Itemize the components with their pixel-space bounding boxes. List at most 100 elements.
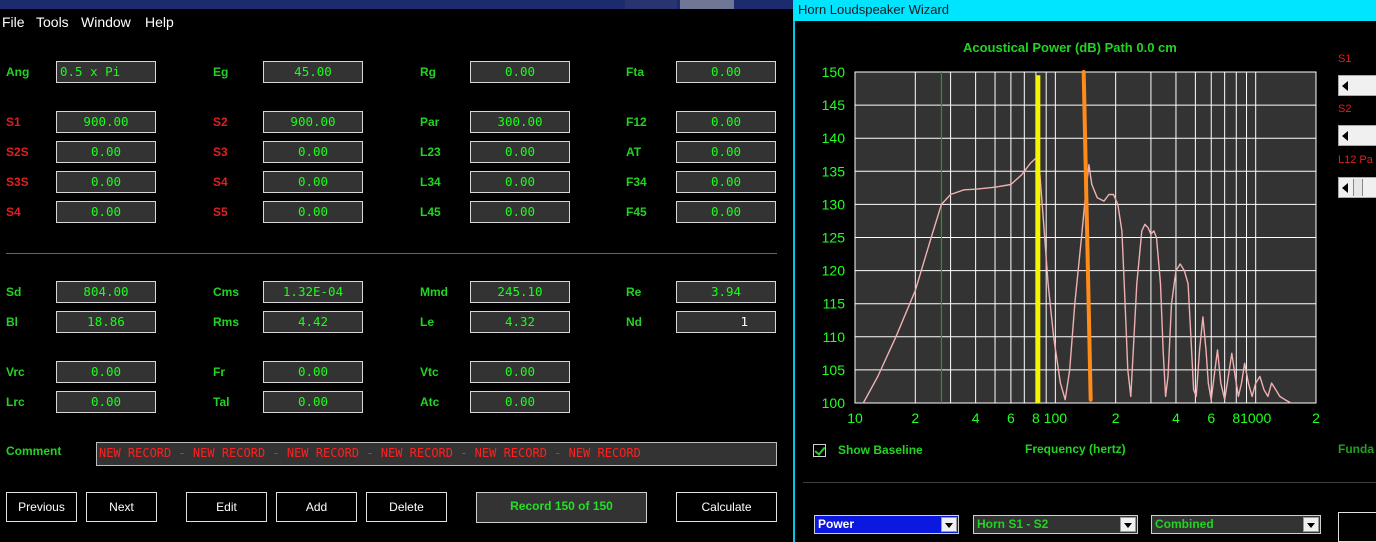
re-input[interactable]: 3.94 bbox=[676, 281, 776, 303]
at-input[interactable]: 0.00 bbox=[676, 141, 776, 163]
add-button[interactable]: Add bbox=[276, 492, 357, 522]
combine-select-value: Combined bbox=[1155, 517, 1214, 531]
combine-select[interactable]: Combined bbox=[1151, 515, 1321, 534]
y-tick-label: 140 bbox=[822, 130, 846, 146]
eg-label: Eg bbox=[213, 65, 229, 79]
mmd-input[interactable]: 245.10 bbox=[470, 281, 570, 303]
rms-label: Rms bbox=[213, 315, 240, 329]
scroll-left-icon[interactable] bbox=[1342, 183, 1348, 193]
horn-wizard-titlebar[interactable]: Horn Loudspeaker Wizard bbox=[793, 0, 1376, 21]
partial-button[interactable] bbox=[1338, 512, 1376, 542]
x-tick-label: 4 bbox=[972, 410, 980, 426]
fr-input[interactable]: 0.00 bbox=[263, 361, 363, 383]
l34-input[interactable]: 0.00 bbox=[470, 171, 570, 193]
le-input[interactable]: 4.32 bbox=[470, 311, 570, 333]
parameters-window: File Tools Window Help Ang 0.5 x Pi Eg 45.00 Rg… bbox=[0, 0, 793, 542]
scroll-left-icon[interactable] bbox=[1342, 131, 1348, 141]
panel-separator bbox=[803, 482, 1376, 483]
section-separator bbox=[6, 253, 777, 254]
l23-input[interactable]: 0.00 bbox=[470, 141, 570, 163]
s2-slider[interactable] bbox=[1338, 125, 1376, 146]
s5-input[interactable]: 0.00 bbox=[263, 201, 363, 223]
s2-input[interactable]: 900.00 bbox=[263, 111, 363, 133]
previous-button[interactable]: Previous bbox=[6, 492, 77, 522]
s2s-input[interactable]: 0.00 bbox=[56, 141, 156, 163]
eg-input[interactable]: 45.00 bbox=[263, 61, 363, 83]
x-tick-label: 4 bbox=[1172, 410, 1180, 426]
show-baseline-label: Show Baseline bbox=[838, 443, 923, 457]
atc-input[interactable]: 0.00 bbox=[470, 391, 570, 413]
rms-input[interactable]: 4.42 bbox=[263, 311, 363, 333]
y-tick-label: 135 bbox=[822, 163, 846, 179]
re-label: Re bbox=[626, 285, 642, 299]
path-select[interactable]: Horn S1 - S2 bbox=[973, 515, 1138, 534]
menu-window[interactable]: Window bbox=[81, 14, 131, 30]
x-tick-label: 2 bbox=[911, 410, 919, 426]
s5-label: S5 bbox=[213, 205, 228, 219]
par-input[interactable]: 300.00 bbox=[470, 111, 570, 133]
s3-input[interactable]: 0.00 bbox=[263, 141, 363, 163]
f34-input[interactable]: 0.00 bbox=[676, 171, 776, 193]
lrc-input[interactable]: 0.00 bbox=[56, 391, 156, 413]
titlebar-segment bbox=[625, 0, 677, 9]
s1-slider[interactable] bbox=[1338, 75, 1376, 96]
bl-label: Bl bbox=[6, 315, 18, 329]
cms-input[interactable]: 1.32E-04 bbox=[263, 281, 363, 303]
f12-input[interactable]: 0.00 bbox=[676, 111, 776, 133]
l12-slider[interactable] bbox=[1338, 177, 1376, 198]
tal-input[interactable]: 0.00 bbox=[263, 391, 363, 413]
next-button[interactable]: Next bbox=[86, 492, 157, 522]
f45-label: F45 bbox=[626, 205, 647, 219]
dropdown-button[interactable] bbox=[941, 517, 957, 532]
f12-label: F12 bbox=[626, 115, 647, 129]
menu-help[interactable]: Help bbox=[145, 14, 174, 30]
s3s-label: S3S bbox=[6, 175, 29, 189]
sd-input[interactable]: 804.00 bbox=[56, 281, 156, 303]
s3s-input[interactable]: 0.00 bbox=[56, 171, 156, 193]
sd-label: Sd bbox=[6, 285, 22, 299]
chevron-down-icon bbox=[1124, 523, 1132, 528]
vtc-input[interactable]: 0.00 bbox=[470, 361, 570, 383]
fta-input[interactable]: 0.00 bbox=[676, 61, 776, 83]
calculate-button[interactable]: Calculate bbox=[676, 492, 777, 522]
s2-slider-label: S2 bbox=[1338, 103, 1352, 115]
s1-input[interactable]: 900.00 bbox=[56, 111, 156, 133]
menu-file[interactable]: File bbox=[2, 14, 25, 30]
menu-tools[interactable]: Tools bbox=[36, 14, 69, 30]
dropdown-button[interactable] bbox=[1303, 517, 1319, 532]
delete-button[interactable]: Delete bbox=[366, 492, 447, 522]
dropdown-button[interactable] bbox=[1120, 517, 1136, 532]
x-tick-label: 2 bbox=[1112, 410, 1120, 426]
scroll-left-icon[interactable] bbox=[1342, 81, 1348, 91]
ang-input[interactable]: 0.5 x Pi bbox=[56, 61, 156, 83]
checkmark-icon bbox=[814, 444, 826, 456]
s4b-label: S4 bbox=[6, 205, 21, 219]
bl-input[interactable]: 18.86 bbox=[56, 311, 156, 333]
horn-wizard-window: Horn Loudspeaker Wizard Acoustical Power… bbox=[793, 0, 1376, 542]
mode-select[interactable]: Power bbox=[814, 515, 959, 534]
rg-label: Rg bbox=[420, 65, 436, 79]
nd-input[interactable]: 1 bbox=[676, 311, 776, 333]
vrc-label: Vrc bbox=[6, 365, 25, 379]
fr-label: Fr bbox=[213, 365, 225, 379]
parameters-window-titlebar[interactable] bbox=[0, 0, 793, 9]
vtc-label: Vtc bbox=[420, 365, 439, 379]
at-label: AT bbox=[626, 145, 642, 159]
acoustical-power-chart: 10010511011512012513013514014515010 2 4 6 8 1… bbox=[822, 64, 1320, 426]
show-baseline-checkbox[interactable] bbox=[813, 444, 826, 457]
l45-input[interactable]: 0.00 bbox=[470, 201, 570, 223]
s4a-input[interactable]: 0.00 bbox=[263, 171, 363, 193]
x-tick-label: 10 bbox=[847, 410, 863, 426]
comment-field[interactable]: NEW RECORD - NEW RECORD - NEW RECORD - N… bbox=[96, 442, 777, 466]
tal-label: Tal bbox=[213, 395, 230, 409]
s4b-input[interactable]: 0.00 bbox=[56, 201, 156, 223]
slider-thumb[interactable] bbox=[1353, 179, 1363, 196]
chart-title: Acoustical Power (dB) Path 0.0 cm bbox=[963, 40, 1177, 55]
rg-input[interactable]: 0.00 bbox=[470, 61, 570, 83]
edit-button[interactable]: Edit bbox=[186, 492, 267, 522]
vrc-input[interactable]: 0.00 bbox=[56, 361, 156, 383]
fta-label: Fta bbox=[626, 65, 644, 79]
f45-input[interactable]: 0.00 bbox=[676, 201, 776, 223]
x-tick-label: 100 bbox=[1044, 410, 1068, 426]
x-tick-label: 6 bbox=[1007, 410, 1015, 426]
